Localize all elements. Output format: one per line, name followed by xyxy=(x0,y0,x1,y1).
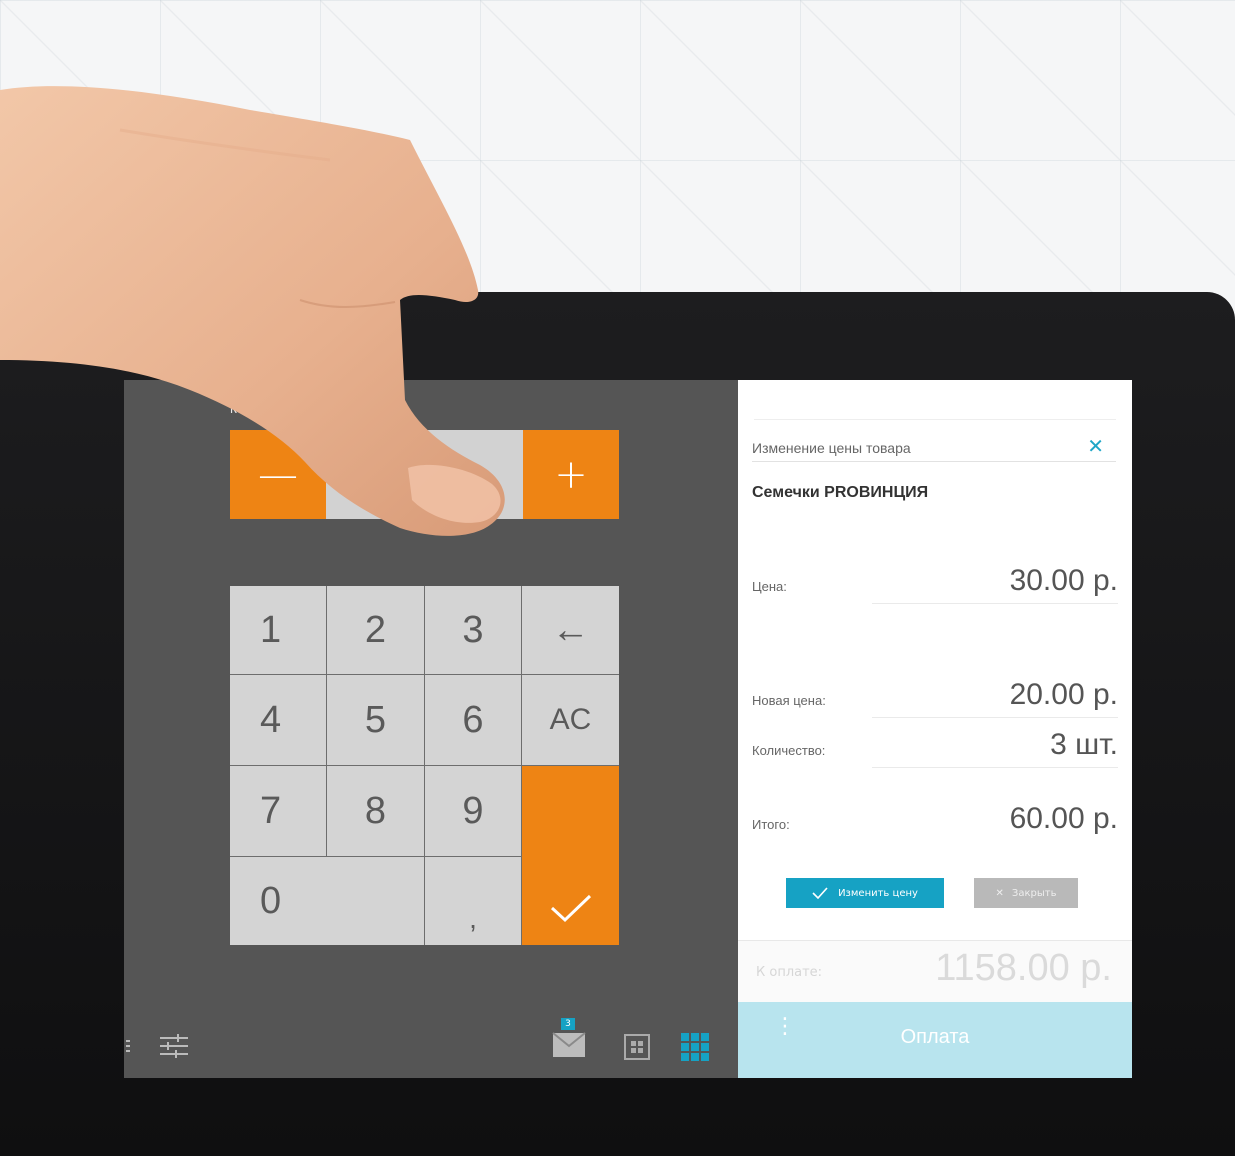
quantity-row-label: Количество: xyxy=(752,743,826,758)
key-8[interactable]: 8 xyxy=(327,766,424,856)
price-row: Цена: 30.00 р. xyxy=(752,558,1118,604)
amount-due-label: К оплате: xyxy=(756,965,823,980)
backspace-key[interactable]: ← xyxy=(522,586,619,674)
confirm-key[interactable] xyxy=(522,766,619,945)
key-3[interactable]: 3 xyxy=(425,586,521,674)
menu-icon[interactable] xyxy=(124,1038,132,1054)
divider xyxy=(872,767,1118,768)
mail-badge: 3 xyxy=(561,1018,575,1030)
quantity-value[interactable]: 3 шт. xyxy=(1050,728,1118,762)
close-icon: ✕ xyxy=(995,887,1004,899)
grid-4-icon[interactable] xyxy=(624,1034,650,1060)
decrement-button[interactable]: — xyxy=(230,430,326,519)
quantity-input[interactable] xyxy=(326,430,523,519)
new-price-input[interactable]: 20.00 р. xyxy=(1010,678,1118,712)
total-row: Итого: 60.00 р. xyxy=(752,796,1118,836)
new-price-row: Новая цена: 20.00 р. xyxy=(752,672,1118,718)
key-6[interactable]: 6 xyxy=(425,675,521,765)
hint-line xyxy=(754,398,1116,420)
check-icon xyxy=(550,894,591,923)
mail-button[interactable]: 3 xyxy=(552,1018,586,1062)
key-2[interactable]: 2 xyxy=(327,586,424,674)
divider xyxy=(872,603,1118,604)
key-4[interactable]: 4 xyxy=(230,675,326,765)
total-value: 60.00 р. xyxy=(1009,802,1118,835)
price-label: Цена: xyxy=(752,579,787,594)
quantity-label: Ко xyxy=(230,402,244,416)
change-price-label: Изменить цену xyxy=(838,887,918,899)
close-icon[interactable]: ✕ xyxy=(1087,434,1104,460)
pay-button-label: Оплата xyxy=(900,1026,970,1048)
key-1[interactable]: 1 xyxy=(230,586,326,674)
price-change-panel: Изменение цены товара ✕ Семечки PROВИНЦИ… xyxy=(738,380,1132,1078)
key-9[interactable]: 9 xyxy=(425,766,521,856)
keypad-panel: Ко — + 1 2 3 ← 4 5 6 AC 7 8 9 0 , 3 xyxy=(124,380,738,1078)
check-icon xyxy=(812,887,828,899)
grid-9-icon[interactable] xyxy=(680,1032,710,1062)
tablet-frame: Ко — + 1 2 3 ← 4 5 6 AC 7 8 9 0 , 3 Изме… xyxy=(0,292,1235,1156)
close-button[interactable]: ✕ Закрыть xyxy=(974,878,1078,908)
key-7[interactable]: 7 xyxy=(230,766,326,856)
key-0[interactable]: 0 xyxy=(230,857,424,945)
clear-all-key[interactable]: AC xyxy=(522,675,619,765)
dialog-title: Изменение цены товара xyxy=(752,440,911,456)
numeric-keypad: 1 2 3 ← 4 5 6 AC 7 8 9 0 , xyxy=(230,586,619,945)
quantity-row: Количество: 3 шт. xyxy=(752,722,1118,768)
key-5[interactable]: 5 xyxy=(327,675,424,765)
price-value: 30.00 р. xyxy=(1009,564,1118,597)
amount-due: К оплате: 1158.00 р. xyxy=(738,940,1132,1002)
pay-button[interactable]: ⋮ Оплата xyxy=(738,1002,1132,1078)
divider xyxy=(872,717,1118,718)
change-price-button[interactable]: Изменить цену xyxy=(786,878,944,908)
mail-icon xyxy=(552,1032,586,1057)
quantity-stepper: — + xyxy=(230,430,619,519)
product-name: Семечки PROВИНЦИЯ xyxy=(752,484,929,501)
comma-key[interactable]: , xyxy=(425,857,521,945)
increment-button[interactable]: + xyxy=(523,430,619,519)
dialog-header: Изменение цены товара ✕ xyxy=(752,434,1116,462)
app-screen: Ко — + 1 2 3 ← 4 5 6 AC 7 8 9 0 , 3 Изме… xyxy=(124,380,1132,1078)
close-button-label: Закрыть xyxy=(1011,887,1057,899)
amount-due-value: 1158.00 р. xyxy=(935,947,1112,989)
new-price-label: Новая цена: xyxy=(752,693,826,708)
bottom-toolbar: 3 xyxy=(124,1010,738,1078)
total-label: Итого: xyxy=(752,817,790,832)
sliders-icon[interactable] xyxy=(158,1030,190,1062)
